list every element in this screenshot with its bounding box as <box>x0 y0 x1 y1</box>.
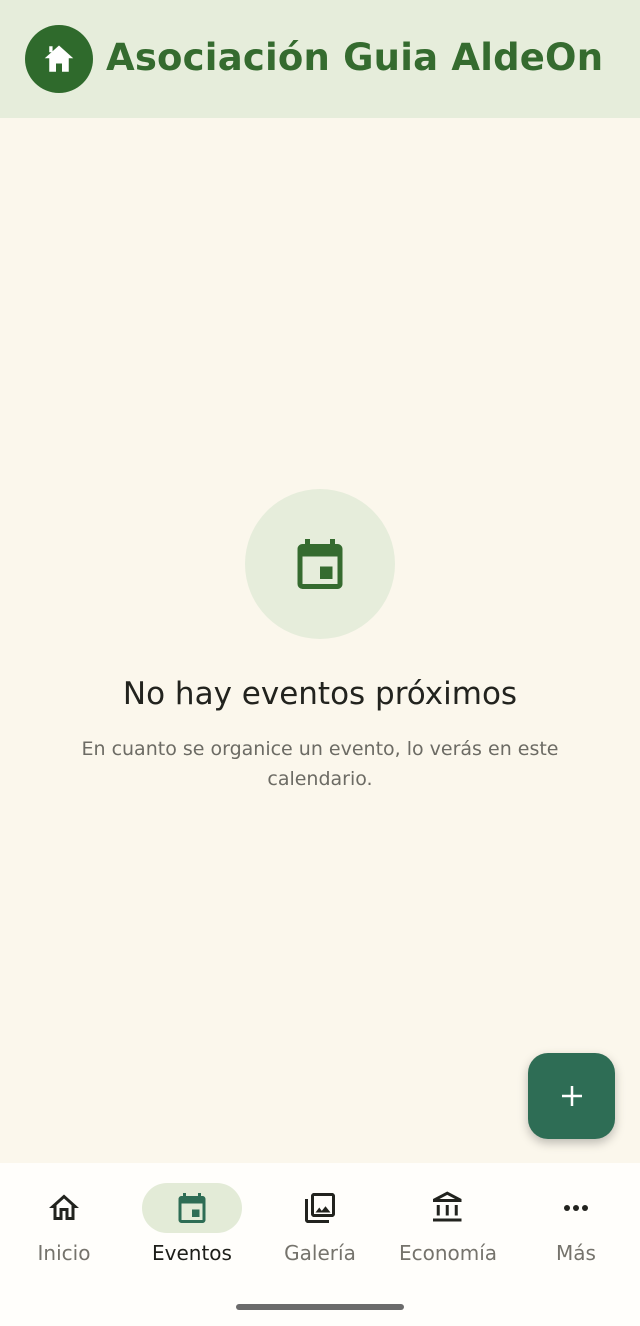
calendar-icon <box>297 539 343 589</box>
nav-item-economia[interactable]: Economía <box>384 1163 512 1283</box>
bank-icon <box>433 1191 462 1222</box>
nav-item-galeria[interactable]: Galería <box>256 1163 384 1283</box>
empty-state-description: En cuanto se organice un evento, lo verá… <box>81 738 559 790</box>
app-bar: Asociación Guia AldeOn <box>0 0 640 118</box>
plus-icon <box>561 1086 582 1106</box>
photo-library-icon <box>305 1193 335 1223</box>
nav-label: Eventos <box>152 1241 232 1265</box>
home-icon <box>44 45 74 72</box>
empty-state-title: No hay eventos próximos <box>122 676 518 712</box>
nav-item-mas[interactable]: Más <box>512 1163 640 1283</box>
app-title: Asociación Guia AldeOn <box>106 36 604 79</box>
nav-label: Más <box>556 1241 596 1265</box>
nav-item-inicio[interactable]: Inicio <box>0 1163 128 1283</box>
nav-label: Economía <box>398 1241 498 1265</box>
add-event-button[interactable] <box>528 1053 615 1139</box>
more-horizontal-icon <box>564 1205 588 1211</box>
home-outline-icon <box>49 1194 79 1220</box>
app-logo <box>25 25 93 93</box>
calendar-icon <box>178 1193 206 1223</box>
nav-label: Galería <box>284 1241 356 1265</box>
empty-state-illustration <box>245 489 395 639</box>
nav-label: Inicio <box>37 1241 91 1265</box>
home-indicator[interactable] <box>236 1304 404 1310</box>
bottom-navigation: Inicio Eventos Galería Economía Más <box>0 1163 640 1326</box>
nav-item-eventos[interactable]: Eventos <box>128 1163 256 1283</box>
